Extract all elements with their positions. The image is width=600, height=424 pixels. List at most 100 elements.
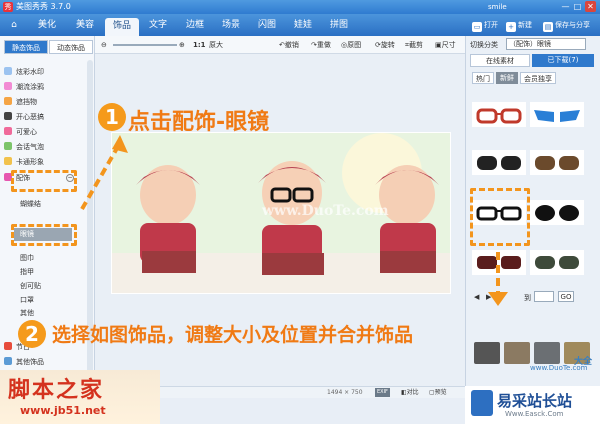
tab-frame[interactable]: 边框 [178, 17, 212, 34]
step1-text: 点击配饰-眼镜 [128, 110, 270, 135]
subcategory-other[interactable]: 其他 [20, 307, 34, 320]
jb51-watermark: 脚本之家 www.jb51.net [0, 370, 160, 424]
tab-new[interactable]: 新鲜 [496, 72, 518, 84]
thumbnail-1[interactable] [474, 342, 500, 364]
tab-flash[interactable]: 闪图 [250, 17, 284, 34]
glasses-blue-sport[interactable] [530, 102, 584, 127]
tab-hot[interactable]: 热门 [472, 72, 494, 84]
folder-icon: ▭ [472, 22, 482, 32]
glasses-dark-round[interactable] [530, 200, 584, 225]
category-select[interactable]: （配饰）眼镜 [506, 38, 586, 50]
site-watermark: 大全 [574, 357, 593, 367]
category-blockers[interactable]: 遮挡物 [4, 96, 37, 109]
tab-downloaded[interactable]: 已下载(7) [532, 54, 594, 67]
glasses-icon [535, 256, 579, 269]
page-input[interactable] [534, 291, 554, 302]
glasses-green-tint[interactable] [530, 250, 584, 275]
heart-icon [4, 127, 12, 135]
photo-watermark: www.DuoTe.com [262, 203, 389, 219]
easck-logo-icon [471, 390, 493, 416]
subcategory-mask[interactable]: 口罩 [20, 294, 34, 307]
original-button[interactable]: ◎原图 [341, 39, 361, 51]
plus-icon: + [506, 22, 516, 32]
category-speech-bubble[interactable]: 会话气泡 [4, 141, 44, 154]
glasses-brown-gradient[interactable] [530, 150, 584, 175]
thumbnail-3[interactable] [534, 342, 560, 364]
zoom-out-icon[interactable]: ⊖ [101, 39, 107, 51]
original-size-button[interactable]: 原大 [209, 39, 223, 51]
new-button[interactable]: + 新建 [506, 18, 532, 32]
selected-glasses-highlight [470, 188, 530, 246]
glasses-icon [535, 205, 579, 221]
app-title: 美图秀秀 3.7.0 [16, 2, 71, 11]
step2-arrow-icon [488, 252, 508, 306]
exif-badge[interactable]: EXIF [375, 388, 390, 397]
glasses-icon [477, 156, 521, 170]
subcategory-nails[interactable]: 指甲 [20, 266, 34, 279]
easck-title: 易采站长站 [497, 392, 573, 410]
tab-collage[interactable]: 拼图 [322, 17, 356, 34]
step2-text: 选择如图饰品，调整大小及位置并合并饰品 [52, 324, 414, 346]
tab-beauty[interactable]: 美容 [68, 17, 102, 34]
resize-button[interactable]: ▣尺寸 [435, 39, 456, 51]
other-icon [4, 357, 12, 365]
prev-page-icon[interactable]: ◀ [474, 293, 479, 301]
crop-button[interactable]: ⌗截剪 [405, 39, 423, 51]
graffiti-icon [4, 82, 12, 90]
zoom-slider[interactable] [113, 44, 177, 46]
tab-text[interactable]: 文字 [141, 17, 175, 34]
redo-button[interactable]: ↷重做 [311, 39, 331, 51]
photo-canvas[interactable]: www.DuoTe.com [111, 132, 451, 294]
go-button[interactable]: GO [558, 291, 574, 302]
category-cute-heart[interactable]: 可爱心 [4, 126, 37, 139]
glasses-red-frame[interactable] [472, 102, 526, 127]
tab-animated-accessories[interactable]: 动态饰品 [49, 40, 93, 54]
subcategory-scarf[interactable]: 图巾 [20, 252, 34, 265]
step1-arrow-icon [80, 135, 128, 210]
maximize-button[interactable]: □ [572, 1, 583, 12]
save-share-button[interactable]: ▤ 保存与分享 [543, 18, 590, 32]
zoom-ratio[interactable]: 1:1 [193, 39, 206, 51]
subcategory-bandaid[interactable]: 创可贴 [20, 280, 41, 293]
easck-watermark: 易采站长站 Www.Easck.Com [465, 386, 600, 424]
tab-static-accessories[interactable]: 静态饰品 [4, 40, 48, 54]
switch-category-label: 切换分类 [470, 41, 498, 49]
home-icon[interactable]: ⌂ [4, 17, 24, 34]
minimize-button[interactable]: — [560, 1, 571, 12]
glasses-black-sun[interactable] [472, 150, 526, 175]
open-button[interactable]: ▭ 打开 [472, 18, 498, 32]
watermark-icon [4, 67, 12, 75]
category-graffiti[interactable]: 潮流涂鸦 [4, 81, 44, 94]
goto-label: 到 [524, 294, 531, 302]
subcategory-bowtie[interactable]: 蝴蝶结 [20, 198, 41, 211]
close-button[interactable]: ✕ [585, 1, 596, 12]
undo-button[interactable]: ↶撤销 [279, 39, 299, 51]
glasses-highlight [11, 224, 77, 246]
tab-beautify[interactable]: 美化 [30, 17, 64, 34]
save-icon: ▤ [543, 22, 553, 32]
tab-accessories[interactable]: 饰品 [105, 18, 139, 36]
thumbnail-2[interactable] [504, 342, 530, 364]
easck-url: Www.Easck.Com [505, 410, 564, 418]
glasses-icon [535, 156, 579, 170]
bubble-icon [4, 142, 12, 150]
accessories-highlight [11, 170, 77, 192]
zoom-in-icon[interactable]: ⊕ [179, 39, 185, 51]
title-bar: 秀 美图秀秀 3.7.0 smile — □ ✕ [0, 0, 600, 14]
category-colorful-watermark[interactable]: 炫彩水印 [4, 66, 44, 79]
preview-button[interactable]: ▢预览 [429, 387, 447, 399]
category-funny[interactable]: 开心恶搞 [4, 111, 44, 124]
tab-doll[interactable]: 娃娃 [286, 17, 320, 34]
rotate-button[interactable]: ⟳旋转 [375, 39, 395, 51]
category-other-accessories[interactable]: 其他饰品 [4, 356, 44, 369]
compare-button[interactable]: ◧对比 [401, 387, 419, 399]
festival-icon [4, 342, 12, 350]
category-cartoon[interactable]: 卡通形象 [4, 156, 44, 169]
main-menu: ⌂ 美化 美容 饰品 文字 边框 场景 闪图 娃娃 拼图 ▭ 打开 + 新建 ▤ 保存… [0, 14, 600, 36]
app-logo-icon: 秀 [3, 2, 13, 12]
image-dimensions: 1494 × 750 [327, 389, 363, 396]
tab-online-materials[interactable]: 在线素材 [470, 54, 530, 67]
username[interactable]: smile [488, 1, 507, 13]
tab-scene[interactable]: 场景 [214, 17, 248, 34]
tab-vip[interactable]: 会员独享 [520, 72, 556, 84]
